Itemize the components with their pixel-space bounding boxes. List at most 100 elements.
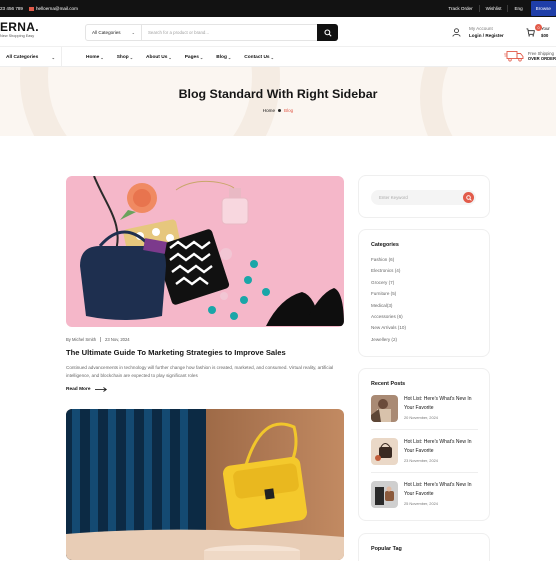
breadcrumb-current: Blog <box>284 108 294 113</box>
nav-item-pages[interactable]: Pages ⌄ <box>185 55 204 60</box>
recent-post-image <box>371 438 398 465</box>
search-icon <box>323 28 332 37</box>
post-image-graphic <box>66 409 344 560</box>
cart-label: Your <box>541 26 550 31</box>
recent-post-thumbnail[interactable] <box>371 438 398 465</box>
sidebar-search-button[interactable] <box>463 192 474 203</box>
recent-post-title[interactable]: Hot List: Here's What's New In Your Favo… <box>404 438 478 456</box>
nav-item-label: Shop <box>116 54 129 60</box>
breadcrumb: Home Blog <box>0 108 556 113</box>
search-bar: All Categories ⌄ <box>85 24 338 41</box>
truck-icon <box>503 51 524 62</box>
arrow-right-icon <box>94 387 107 392</box>
email-contact[interactable]: helloerna@mail.com <box>29 6 78 11</box>
cart-count-badge: 0 <box>535 24 542 31</box>
post-image[interactable] <box>66 176 344 327</box>
search-button[interactable] <box>317 24 338 41</box>
all-categories-dropdown[interactable]: All Categories ⌄ <box>0 47 62 67</box>
track-order-link[interactable]: Track Order <box>442 5 480 12</box>
recent-post-title[interactable]: Hot List: Here's What's New In Your Favo… <box>404 481 478 499</box>
wishlist-link[interactable]: Wishlist <box>480 5 509 12</box>
nav-item-label: Blog <box>216 54 227 60</box>
chevron-down-icon: ⌄ <box>227 54 232 60</box>
post-image[interactable] <box>66 409 344 560</box>
categories-heading: Categories <box>371 242 399 248</box>
chevron-down-icon: ⌄ <box>129 54 134 60</box>
chevron-down-icon: ⌄ <box>131 30 135 35</box>
divider <box>371 472 478 473</box>
main-nav: All Categories ⌄ Home ⌄ Shop ⌄ About Us ⌄ P… <box>0 47 556 67</box>
post-date: 23 Nov, 2024 <box>105 337 130 342</box>
post-meta: By Michel Smith 23 Nov, 2024 <box>66 337 130 343</box>
sidebar-popular-tags-widget: Popular Tag <box>358 533 490 561</box>
category-item[interactable]: New Arrivals (10) <box>371 322 406 333</box>
category-item[interactable]: Fashion (6) <box>371 254 406 265</box>
chevron-down-icon: ⌄ <box>270 54 274 60</box>
breadcrumb-home[interactable]: Home <box>263 108 275 113</box>
search-category-label: All Categories <box>92 30 121 35</box>
chevron-down-icon: ⌄ <box>168 54 172 60</box>
read-more-label: Read More <box>66 387 91 392</box>
popular-tags-heading: Popular Tag <box>371 546 402 552</box>
category-item[interactable]: Grocery (7) <box>371 277 406 288</box>
chevron-down-icon: ⌄ <box>199 54 204 60</box>
recent-post-title[interactable]: Hot List: Here's What's New In Your Favo… <box>404 395 478 413</box>
header: ERNA. New Shopping Easy All Categories ⌄… <box>0 17 556 47</box>
recent-post-thumbnail[interactable] <box>371 481 398 508</box>
recent-post-item[interactable]: Hot List: Here's What's New In Your Favo… <box>371 481 478 508</box>
page-banner: Blog Standard With Right Sidebar Home Blo… <box>0 67 556 136</box>
browse-button[interactable]: Browse <box>530 1 556 16</box>
all-categories-label: All Categories <box>6 54 39 60</box>
nav-item-about[interactable]: About Us ⌄ <box>146 55 172 60</box>
breadcrumb-separator <box>278 109 282 113</box>
nav-item-blog[interactable]: Blog ⌄ <box>216 55 231 60</box>
recent-post-item[interactable]: Hot List: Here's What's New In Your Favo… <box>371 395 478 422</box>
logo[interactable]: ERNA. New Shopping Easy <box>0 21 39 39</box>
cart[interactable]: 0 Your $00 <box>526 24 550 39</box>
cart-icon <box>526 27 535 37</box>
category-item[interactable]: Medical(3) <box>371 300 406 311</box>
search-icon <box>465 194 472 201</box>
search-category-select[interactable]: All Categories ⌄ <box>86 25 142 40</box>
nav-item-label: Pages <box>184 54 199 60</box>
user-icon <box>452 27 461 37</box>
nav-item-label: Contact Us <box>244 54 270 60</box>
page-title: Blog Standard With Right Sidebar <box>178 87 378 101</box>
recent-post-image <box>371 481 398 508</box>
nav-item-home[interactable]: Home ⌄ <box>86 55 104 60</box>
search-input[interactable] <box>142 25 317 40</box>
category-item[interactable]: Electronics (4) <box>371 265 406 276</box>
recent-post-item[interactable]: Hot List: Here's What's New In Your Favo… <box>371 438 478 465</box>
nav-menu: Home ⌄ Shop ⌄ About Us ⌄ Pages ⌄ Blog ⌄ Conta… <box>86 47 274 67</box>
mail-icon <box>29 6 34 11</box>
post-author[interactable]: By Michel Smith <box>66 337 96 342</box>
read-more-link[interactable]: Read More <box>66 387 107 392</box>
language-select[interactable]: Eng <box>508 5 528 12</box>
account-menu[interactable]: My Account Login / Register <box>452 25 504 39</box>
cart-total: $00 <box>541 33 549 38</box>
category-item[interactable]: Furniture (5) <box>371 288 406 299</box>
recent-post-image <box>371 395 398 422</box>
divider <box>371 429 478 430</box>
post-image-graphic <box>66 176 344 327</box>
sidebar-categories-widget: Categories Fashion (6) Electronics (4) G… <box>358 229 490 357</box>
post-title[interactable]: The Ultimate Guide To Marketing Strategi… <box>66 348 286 357</box>
account-label: My Account <box>469 26 493 31</box>
email-address: helloerna@mail.com <box>36 6 78 11</box>
phone-number: 23 456 789 <box>0 6 23 11</box>
top-bar: 23 456 789 helloerna@mail.com Track Orde… <box>0 0 556 17</box>
meta-divider <box>100 337 102 343</box>
chevron-down-icon: ⌄ <box>51 54 55 60</box>
sidebar-search-field[interactable]: Enter Keyword <box>371 190 476 205</box>
banner-decoration <box>20 67 280 136</box>
free-shipping-promo: Free Shipping OVER ORDER <box>503 50 556 62</box>
category-item[interactable]: Accessories (6) <box>371 311 406 322</box>
logo-tagline: New Shopping Easy <box>0 34 35 38</box>
login-register-link[interactable]: Login / Register <box>469 32 504 39</box>
category-item[interactable]: Jewellery (2) <box>371 334 406 345</box>
recent-post-date: 25 November, 2024 <box>404 501 438 506</box>
nav-item-contact[interactable]: Contact Us ⌄ <box>244 55 274 60</box>
recent-post-thumbnail[interactable] <box>371 395 398 422</box>
recent-posts-heading: Recent Posts <box>371 381 406 387</box>
nav-item-shop[interactable]: Shop ⌄ <box>117 55 133 60</box>
